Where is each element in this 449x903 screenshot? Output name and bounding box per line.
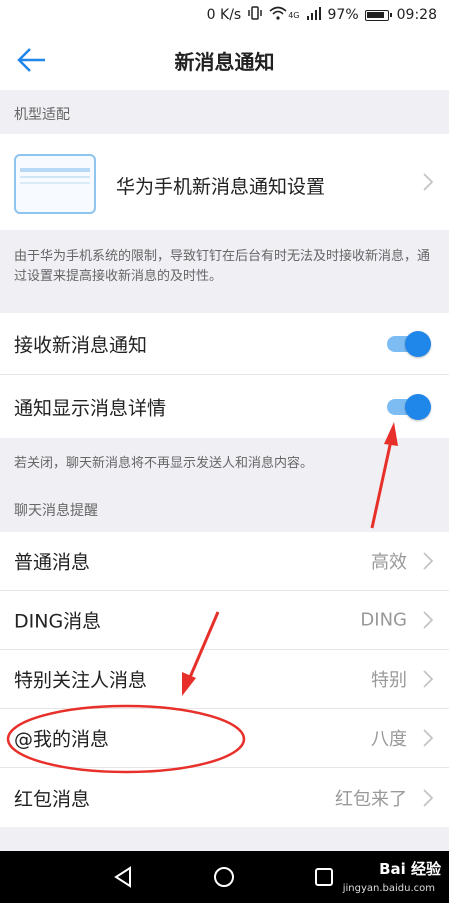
vibrate-icon (247, 6, 263, 24)
show-detail-label: 通知显示消息详情 (14, 397, 167, 419)
list-item-label: 红包消息 (14, 788, 91, 810)
list-item-value: 红包来了 (335, 788, 407, 810)
chevron-right-icon (423, 670, 433, 688)
signal-icon (306, 6, 322, 24)
watermark-brand: Bai 经验 (379, 860, 441, 878)
list-item-label: 特别关注人消息 (14, 669, 148, 692)
list-item-value: DING (360, 609, 407, 631)
phone-thumbnail-icon (14, 154, 96, 214)
list-item-value: 八度 (371, 729, 407, 750)
watermark-url: jingyan.baidu.com (342, 883, 435, 894)
huawei-settings-row[interactable]: 华为手机新消息通知设置 (0, 134, 449, 230)
network-type: 4G (288, 10, 300, 20)
section-header-chat: 聊天消息提醒 (14, 503, 98, 519)
list-item-label: 普通消息 (14, 551, 91, 574)
list-item-value: 特别 (371, 670, 407, 691)
nav-home-icon[interactable] (213, 866, 235, 888)
list-item-redpacket[interactable]: 红包消息 红包来了 (0, 768, 449, 827)
network-speed: 0 K/s (206, 7, 242, 23)
list-item-special[interactable]: 特别关注人消息 特别 (0, 650, 449, 709)
nav-bar: 新消息通知 (0, 30, 449, 90)
back-arrow-icon[interactable] (14, 44, 48, 76)
list-item-label: @我的消息 (14, 728, 110, 751)
chevron-right-icon (423, 729, 433, 747)
clock: 09:28 (396, 7, 437, 23)
nav-back-icon[interactable] (112, 866, 134, 888)
list-item-ding[interactable]: DING消息 DING (0, 591, 449, 650)
chevron-right-icon (423, 173, 433, 191)
wifi-icon (269, 6, 287, 24)
status-bar: 0 K/s 4G 97% 09:28 (0, 0, 449, 30)
receive-notification-row: 接收新消息通知 (0, 313, 449, 375)
show-detail-row: 通知显示消息详情 (0, 375, 449, 438)
battery-percent: 97% (327, 7, 359, 23)
list-item-normal[interactable]: 普通消息 高效 (0, 532, 449, 591)
list-item-mention[interactable]: @我的消息 八度 (0, 709, 449, 768)
nav-recent-icon[interactable] (314, 867, 334, 887)
battery-icon (364, 9, 392, 21)
huawei-description: 由于华为手机系统的限制，导致钉钉在后台有时无法及时接收新消息，通过设置来提高接收… (14, 249, 431, 284)
detail-description: 若关闭，聊天新消息将不再显示发送人和消息内容。 (14, 456, 314, 471)
huawei-settings-label: 华为手机新消息通知设置 (116, 176, 326, 198)
receive-notification-label: 接收新消息通知 (14, 334, 148, 356)
receive-notification-toggle[interactable] (387, 330, 431, 357)
show-detail-toggle[interactable] (387, 393, 431, 420)
section-header-model: 机型适配 (14, 107, 70, 123)
chevron-right-icon (423, 552, 433, 570)
list-item-label: DING消息 (14, 610, 102, 633)
page-title: 新消息通知 (174, 49, 275, 74)
chevron-right-icon (423, 788, 433, 807)
chevron-right-icon (423, 611, 433, 629)
list-item-value: 高效 (371, 552, 407, 573)
